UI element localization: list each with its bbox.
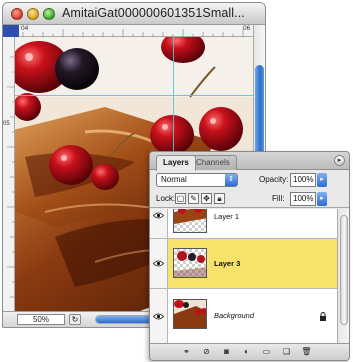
layers-scroll-thumb[interactable] [340,215,348,325]
opacity-label: Opacity: [259,175,289,184]
chevron-updown-icon: ⇕ [225,174,237,186]
ruler-number: 06 [243,25,251,32]
layer-name: Background [214,311,255,320]
eye-icon [153,260,164,267]
close-window-button[interactable] [11,8,23,20]
palette-menu-icon[interactable]: ▸ [334,155,345,166]
adjustment-layer-icon[interactable]: ◐ [240,347,253,358]
layers-list-scrollbar[interactable] [337,209,349,345]
ruler-number: 04 [21,25,29,32]
opacity-field[interactable]: 100% [290,173,316,187]
palette-footer: ⚭ ⊘ ◙ ◐ ▭ ❏ 🗑︎ [150,343,349,360]
zoom-level-field[interactable]: 50% [17,314,65,325]
add-mask-icon[interactable]: ◙ [220,347,233,358]
guide-horizontal[interactable] [15,95,255,96]
lock-fill-row: Lock: ▢ ✎ ✥ 🔒︎ Fill: 100% ▸ [150,190,349,208]
fill-slider-button[interactable]: ▸ [317,192,327,206]
layers-list: Layer 1 Layer 3 Background [150,209,337,345]
lock-position-icon[interactable]: ✥ [201,193,212,204]
visibility-toggle[interactable] [150,209,168,238]
delete-layer-icon[interactable]: 🗑︎ [300,347,313,358]
layer-row-background[interactable]: Background [150,289,337,345]
new-layer-icon[interactable]: ❏ [280,347,293,358]
vertical-scroll-thumb[interactable] [255,65,264,161]
ruler-number: 05 [3,121,10,127]
tab-layers[interactable]: Layers [156,155,196,171]
visibility-toggle[interactable] [150,239,168,288]
link-layers-icon[interactable]: ⚭ [180,347,193,358]
fill-field[interactable]: 100% [290,192,316,206]
palette-tab-row: Layers Channels ▸ [150,152,349,171]
minimize-window-button[interactable] [27,8,39,20]
layers-palette: Layers Channels ▸ Normal ⇕ Opacity: 100%… [149,151,350,361]
lock-all-icon[interactable]: 🔒︎ [214,193,225,204]
document-title: AmitaiGat000000601351Small... [62,6,245,20]
lock-image-pixels-icon[interactable]: ✎ [188,193,199,204]
ruler-ticks [7,56,15,298]
new-group-icon[interactable]: ▭ [260,347,273,358]
fill-label: Fill: [272,194,285,203]
blend-mode-value: Normal [161,175,187,184]
lock-icon [320,312,326,321]
opacity-slider-button[interactable]: ▸ [317,173,327,187]
eye-icon [153,313,164,320]
layer-style-icon[interactable]: ⊘ [200,347,213,358]
layer-thumbnail [173,248,207,278]
lock-label: Lock: [156,194,176,203]
layer-row-layer-3[interactable]: Layer 3 [150,239,337,289]
blend-opacity-row: Normal ⇕ Opacity: 100% ▸ [150,170,349,190]
layer-name: Layer 1 [214,212,240,221]
blend-mode-select[interactable]: Normal ⇕ [156,173,238,187]
layer-row-layer-1[interactable]: Layer 1 [150,209,337,239]
horizontal-ruler[interactable]: 04 06 [3,25,255,37]
navigator-icon[interactable]: ↻ [69,314,81,325]
zoom-window-button[interactable] [43,8,55,20]
document-titlebar[interactable]: AmitaiGat000000601351Small... [3,3,265,25]
visibility-toggle[interactable] [150,289,168,344]
vertical-ruler[interactable]: 05 [3,37,15,313]
eye-icon [153,212,164,219]
layer-thumbnail [173,209,207,233]
ruler-ticks [22,29,244,37]
layer-thumbnail [173,299,207,329]
tab-channels[interactable]: Channels [189,155,237,170]
layer-name: Layer 3 [214,259,241,268]
lock-transparent-pixels-icon[interactable]: ▢ [175,193,186,204]
